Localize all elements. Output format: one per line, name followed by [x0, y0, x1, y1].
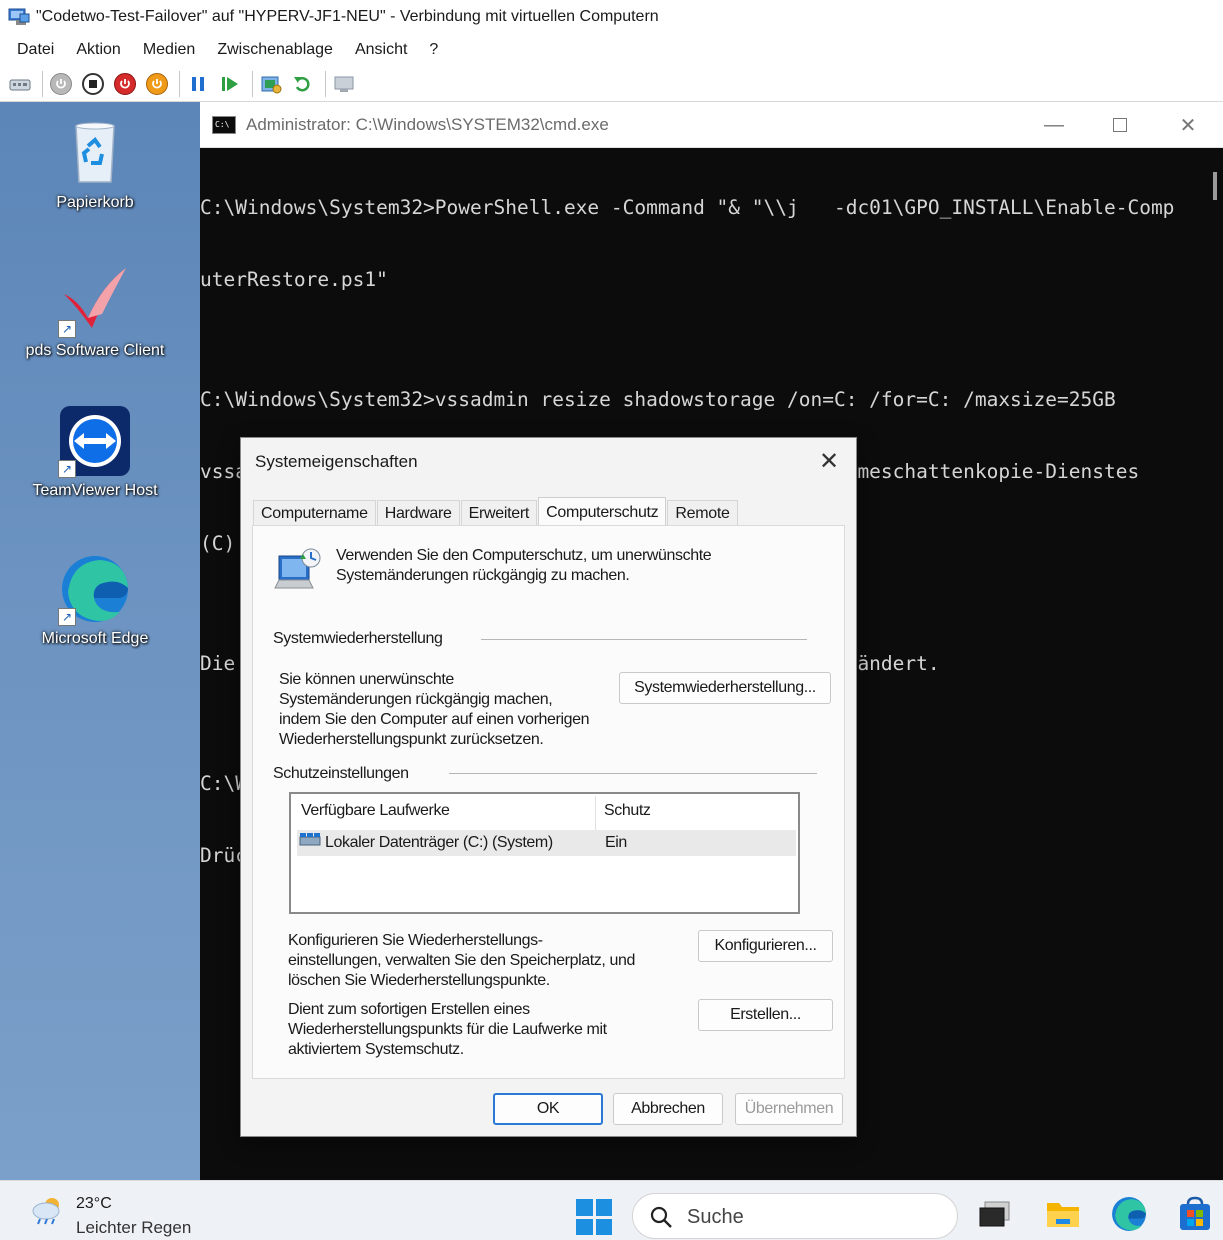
tab-erweitert[interactable]: Erweitert	[460, 500, 538, 526]
desktop-icon-label: Papierkorb	[56, 194, 134, 211]
task-view-icon[interactable]	[976, 1195, 1014, 1233]
resume-icon[interactable]	[216, 70, 244, 98]
configure-text-line: Konfigurieren Sie Wiederherstellungs-	[288, 932, 543, 949]
turn-off-icon[interactable]	[79, 70, 107, 98]
guest-desktop: Papierkorb ↗ pds Software Client ↗ TeamV…	[0, 102, 200, 1180]
cmd-line: uterRestore.ps1"	[200, 268, 388, 291]
column-header-protection[interactable]: Schutz	[604, 802, 651, 820]
recycle-bin-icon	[58, 116, 132, 190]
desktop-icon-edge[interactable]: ↗ Microsoft Edge	[0, 552, 190, 648]
search-input[interactable]: Suche	[632, 1193, 958, 1239]
restore-text-line: Wiederherstellungspunkt zurücksetzen.	[279, 731, 544, 748]
desktop-icon-label: TeamViewer Host	[32, 482, 158, 499]
menu-medien[interactable]: Medien	[132, 37, 206, 63]
menu-datei[interactable]: Datei	[6, 37, 65, 63]
drive-icon	[299, 831, 321, 849]
restore-group-heading: Systemwiederherstellung	[273, 630, 443, 647]
start-button[interactable]	[576, 1199, 612, 1235]
menu-aktion[interactable]: Aktion	[65, 37, 131, 63]
group-divider	[449, 773, 817, 774]
shortcut-arrow-icon: ↗	[58, 320, 76, 338]
create-text-line: Dient zum sofortigen Erstellen eines	[288, 1001, 530, 1018]
pds-client-icon: ↗	[58, 264, 132, 338]
file-explorer-icon[interactable]	[1044, 1195, 1082, 1233]
restore-text-line: Systemänderungen rückgängig machen,	[279, 691, 553, 708]
save-icon[interactable]	[143, 70, 171, 98]
system-protection-icon	[273, 546, 323, 592]
desktop-icon-pds-client[interactable]: ↗ pds Software Client	[0, 264, 190, 360]
checkpoint-icon[interactable]	[257, 70, 285, 98]
cmd-icon: C:\	[212, 115, 236, 134]
tab-computername[interactable]: Computername	[253, 500, 376, 526]
weather-rain-icon[interactable]	[30, 1195, 66, 1225]
drive-name: Lokaler Datenträger (C:) (System)	[325, 834, 553, 851]
intro-line-2: Systemänderungen rückgängig zu machen.	[336, 567, 630, 584]
configure-text-line: löschen Sie Wiederherstellungspunkte.	[288, 972, 550, 989]
create-text-line: Wiederherstellungspunkts für die Laufwer…	[288, 1021, 607, 1038]
configure-text-line: einstellungen, verwalten Sie den Speiche…	[288, 952, 635, 969]
restore-text-line: Sie können unerwünschte	[279, 671, 454, 688]
enhanced-session-icon[interactable]	[330, 70, 358, 98]
desktop-icon-teamviewer[interactable]: ↗ TeamViewer Host	[0, 404, 190, 500]
drive-protection-status: Ein	[605, 834, 627, 851]
system-restore-button[interactable]: Systemwiederherstellung...	[619, 672, 831, 704]
shutdown-icon[interactable]	[111, 70, 139, 98]
teamviewer-icon: ↗	[58, 404, 132, 478]
group-divider	[481, 639, 807, 640]
computerschutz-panel: Verwenden Sie den Computerschutz, um une…	[252, 525, 845, 1079]
store-icon[interactable]	[1176, 1195, 1214, 1233]
close-icon[interactable]: ✕	[812, 444, 846, 478]
table-row[interactable]: Lokaler Datenträger (C:) (System) Ein	[297, 830, 796, 856]
host-window-title: "Codetwo-Test-Failover" auf "HYPERV-JF1-…	[36, 8, 659, 25]
edge-icon[interactable]	[1110, 1195, 1148, 1233]
shortcut-arrow-icon: ↗	[58, 608, 76, 626]
menu-zwischenablage[interactable]: Zwischenablage	[206, 37, 344, 63]
host-toolbar	[0, 66, 1223, 102]
weather-description[interactable]: Leichter Regen	[76, 1218, 191, 1238]
taskbar: 23°C Leichter Regen Suche	[0, 1180, 1223, 1240]
configure-button[interactable]: Konfigurieren...	[698, 930, 833, 962]
cmd-window-title: Administrator: C:\Windows\SYSTEM32\cmd.e…	[246, 114, 609, 134]
restore-text-line: indem Sie den Computer auf einen vorheri…	[279, 711, 590, 728]
drive-list[interactable]: Verfügbare Laufwerke Schutz Lokaler Date…	[289, 792, 800, 914]
protection-group-heading: Schutzeinstellungen	[273, 765, 409, 782]
weather-temperature[interactable]: 23°C	[76, 1195, 112, 1213]
revert-icon[interactable]	[289, 70, 317, 98]
desktop-icon-label: pds Software Client	[25, 342, 165, 359]
cmd-line: C:\Windows\System32>PowerShell.exe -Comm…	[200, 196, 1175, 219]
minimize-icon[interactable]: —	[1039, 110, 1069, 140]
intro-line-1: Verwenden Sie den Computerschutz, um une…	[336, 547, 712, 564]
close-icon[interactable]: ✕	[1173, 110, 1203, 140]
cmd-line: C:\Windows\System32>vssadmin resize shad…	[200, 388, 1116, 411]
search-icon	[649, 1205, 673, 1229]
tab-remote[interactable]: Remote	[667, 500, 738, 526]
dialog-title: Systemeigenschaften	[255, 452, 418, 471]
desktop-icon-recycle-bin[interactable]: Papierkorb	[0, 116, 190, 212]
tab-computerschutz[interactable]: Computerschutz	[538, 497, 667, 527]
tab-hardware[interactable]: Hardware	[376, 500, 460, 526]
host-menu-bar: Datei Aktion Medien Zwischenablage Ansic…	[0, 34, 1223, 66]
ctrl-alt-del-icon[interactable]	[6, 70, 34, 98]
pause-icon[interactable]	[184, 70, 212, 98]
cmd-scrollbar[interactable]	[1213, 172, 1217, 200]
ok-button[interactable]: OK	[493, 1093, 603, 1125]
apply-button[interactable]: Übernehmen	[735, 1093, 843, 1125]
cancel-button[interactable]: Abbrechen	[613, 1093, 723, 1125]
column-header-drives[interactable]: Verfügbare Laufwerke	[301, 802, 450, 820]
start-icon[interactable]	[47, 70, 75, 98]
create-button[interactable]: Erstellen...	[698, 999, 833, 1031]
host-title-bar: "Codetwo-Test-Failover" auf "HYPERV-JF1-…	[0, 0, 1223, 34]
system-properties-dialog: Systemeigenschaften ✕ Computername Hardw…	[240, 437, 857, 1137]
menu-help[interactable]: ?	[418, 37, 449, 63]
create-text-line: aktiviertem Systemschutz.	[288, 1041, 464, 1058]
menu-ansicht[interactable]: Ansicht	[344, 37, 418, 63]
search-placeholder: Suche	[687, 1206, 744, 1228]
cmd-title-bar: C:\ Administrator: C:\Windows\SYSTEM32\c…	[200, 102, 1223, 148]
maximize-icon[interactable]	[1105, 110, 1135, 140]
desktop-icon-label: Microsoft Edge	[41, 630, 149, 647]
dialog-tabs: Computername Hardware Erweitert Computer…	[253, 497, 739, 527]
vm-connection-icon	[8, 8, 30, 26]
edge-icon: ↗	[58, 552, 132, 626]
shortcut-arrow-icon: ↗	[58, 460, 76, 478]
